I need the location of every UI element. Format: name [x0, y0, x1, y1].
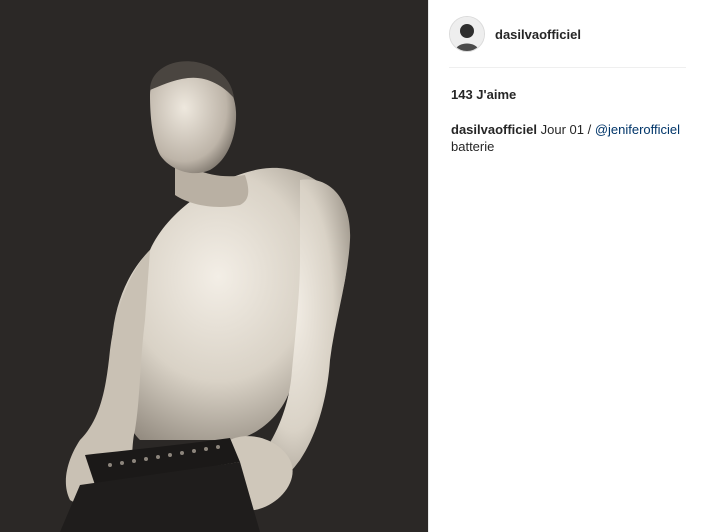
caption-text-line2: batterie: [451, 139, 495, 154]
post-photo-image: [0, 0, 428, 532]
avatar-image: [450, 17, 484, 51]
header-divider: [449, 67, 686, 68]
post-photo[interactable]: [0, 0, 428, 532]
username-link[interactable]: dasilvaofficiel: [495, 27, 581, 42]
post-details-panel: dasilvaofficiel 143 J'aime dasilvaoffici…: [429, 0, 712, 532]
instagram-post: dasilvaofficiel 143 J'aime dasilvaoffici…: [0, 0, 712, 532]
caption-text: Jour 01 /: [540, 122, 595, 137]
likes-count[interactable]: 143 J'aime: [451, 87, 516, 102]
post-caption: dasilvaofficiel Jour 01 / @jeniferoffici…: [451, 121, 691, 155]
caption-username-link[interactable]: dasilvaofficiel: [451, 122, 537, 137]
post-header: dasilvaofficiel: [449, 14, 686, 54]
avatar[interactable]: [449, 16, 485, 52]
caption-mention-link[interactable]: @jeniferofficiel: [595, 122, 680, 137]
